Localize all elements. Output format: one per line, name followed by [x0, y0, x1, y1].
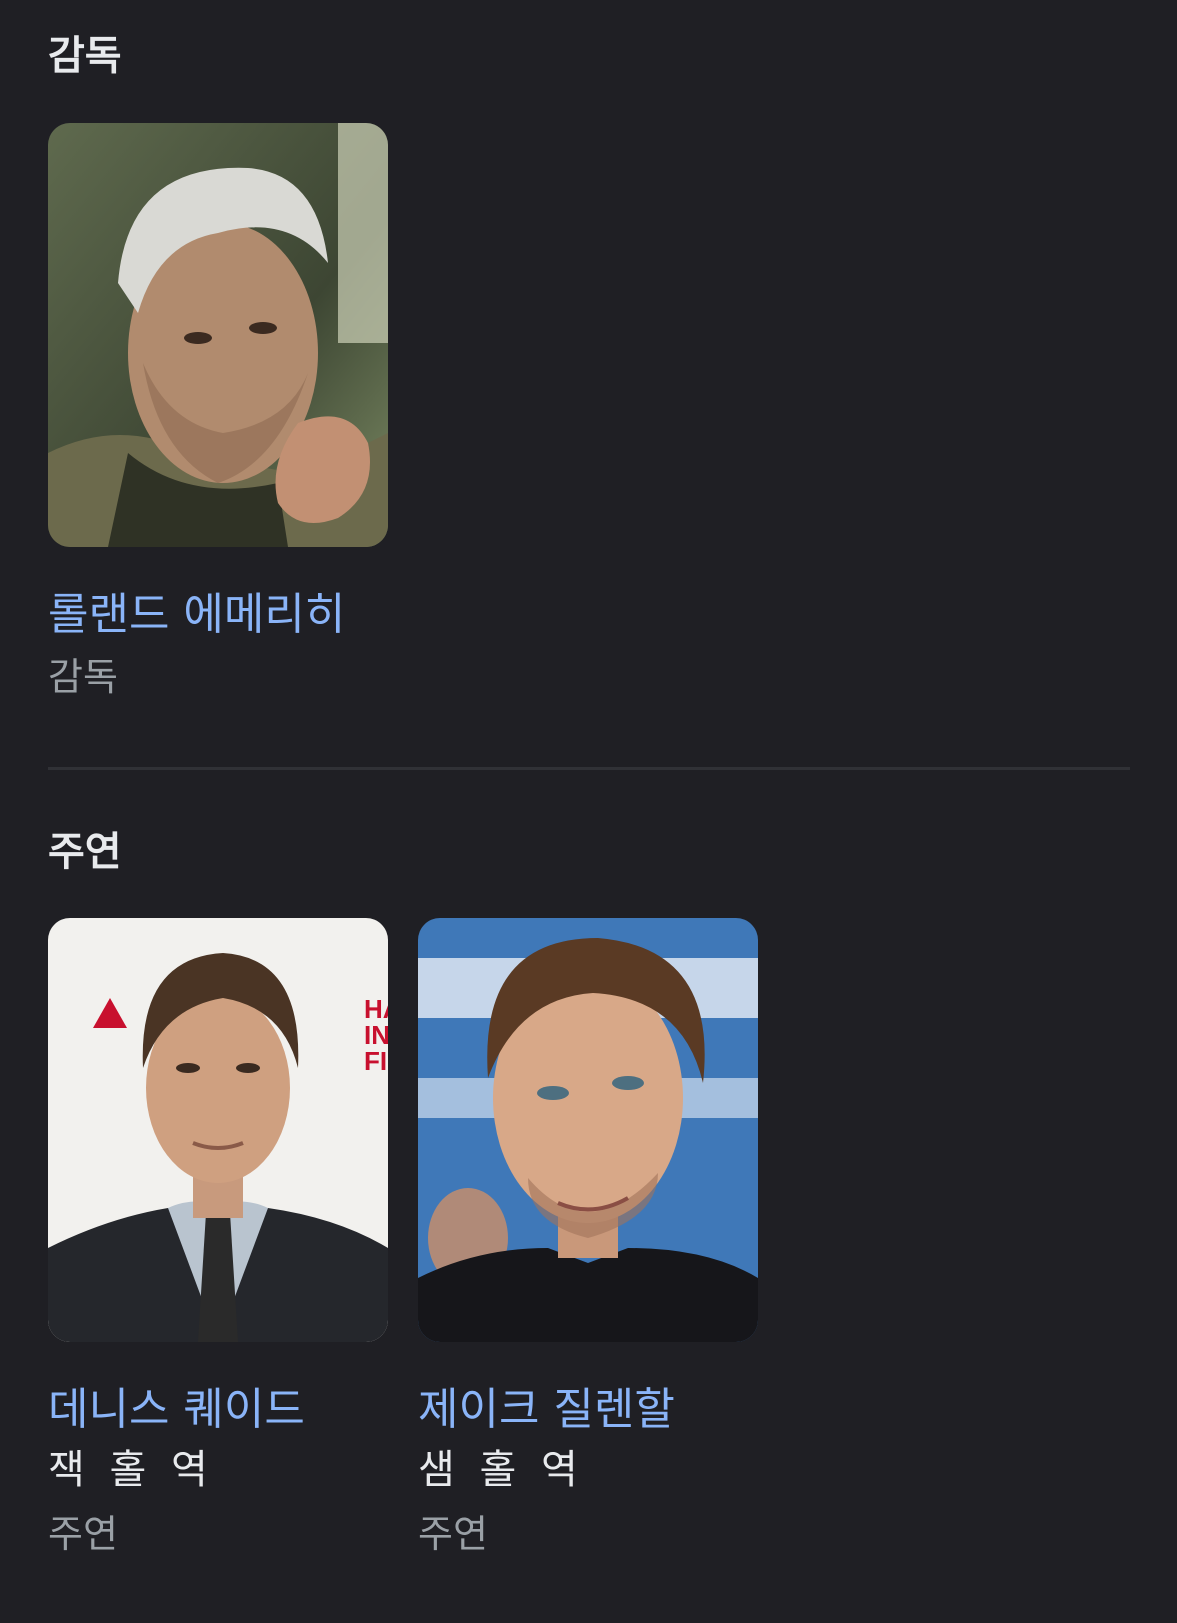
cast-name-link-2[interactable]: 제이크 질렌할 [418, 1388, 675, 1432]
director-name-link[interactable]: 롤랜드 에메리히 [48, 593, 345, 637]
cast-role-1: 잭 홀 역 [48, 1447, 214, 1493]
cast-section-title: 주연 [48, 829, 122, 875]
svg-text:FI: FI [364, 1046, 387, 1076]
cast-role-2: 샘 홀 역 [418, 1447, 584, 1493]
cast-photo-1[interactable]: HA IN FI [48, 918, 388, 1342]
cast-name-link-1[interactable]: 데니스 퀘이드 [48, 1388, 305, 1432]
person-card-cast-1[interactable]: HA IN FI 데니스 퀘이드 잭 홀 역 주연 [48, 918, 388, 1553]
cast-photo-2[interactable] [418, 918, 758, 1342]
director-section-title: 감독 [48, 33, 122, 79]
cast-kind-2: 주연 [418, 1512, 488, 1556]
person-card-director[interactable]: 롤랜드 에메리히 감독 [48, 123, 388, 696]
section-divider [48, 767, 1130, 770]
director-photo[interactable] [48, 123, 388, 547]
director-kind: 감독 [48, 655, 118, 699]
person-card-cast-2[interactable]: 제이크 질렌할 샘 홀 역 주연 [418, 918, 758, 1553]
cast-kind-1: 주연 [48, 1512, 118, 1556]
